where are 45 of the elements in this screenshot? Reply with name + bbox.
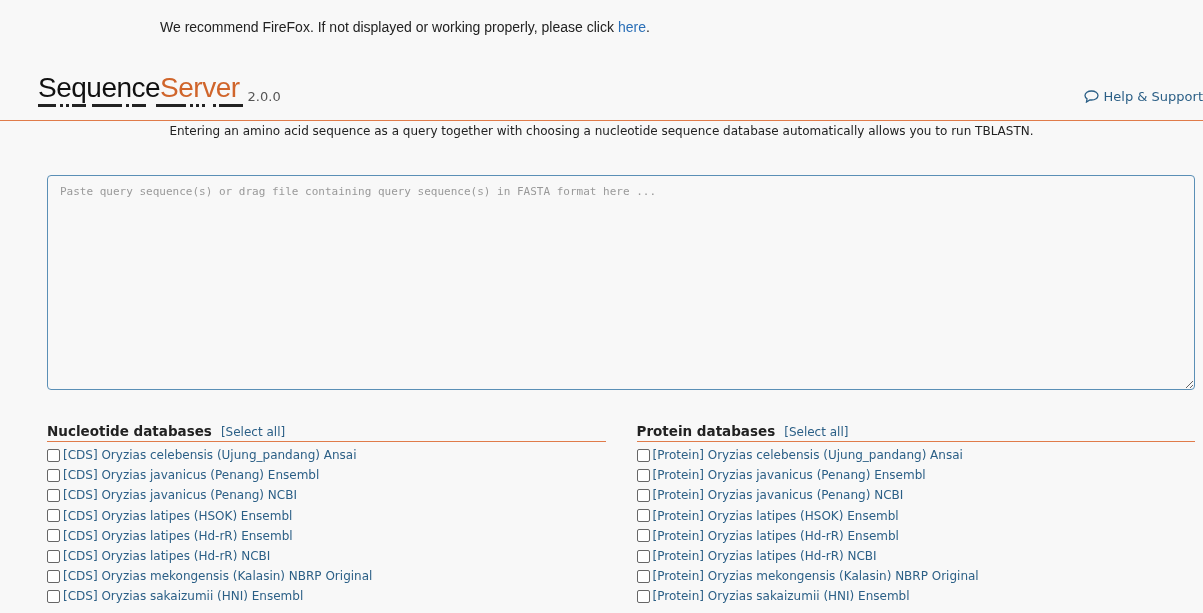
checkbox[interactable]: [636, 509, 650, 523]
database-label[interactable]: [CDS] Oryzias mekongensis (Kalasin) NBRP Original: [63, 569, 373, 584]
database-label[interactable]: [CDS] Oryzias javanicus (Penang) Ensembl: [63, 468, 320, 483]
database-label[interactable]: [CDS] Oryzias celebensis (Ujung_pandang) Ansai: [63, 448, 357, 463]
database-label[interactable]: [CDS] Oryzias sakaizumii (HNI) Ensembl: [63, 589, 304, 604]
select-all-link[interactable]: [Select all]: [220, 425, 286, 439]
database-label[interactable]: [CDS] Oryzias latipes (Hd-rR) NCBI: [63, 549, 271, 564]
notice-period: .: [645, 19, 650, 37]
chat-bubble-icon: [1083, 90, 1099, 103]
checkbox[interactable]: [47, 569, 60, 583]
database-label[interactable]: [Protein] Oryzias javanicus (Penang) Ensembl: [652, 468, 926, 483]
database-label[interactable]: [Protein] Oryzias latipes (Hd-rR) NCBI: [652, 549, 877, 564]
database-label[interactable]: [Protein] Oryzias latipes (HSOK) Ensembl: [652, 508, 899, 523]
select-all-link[interactable]: [Select all]: [784, 425, 849, 439]
section-title: Nucleotide databases: [47, 423, 212, 439]
checkbox[interactable]: [47, 448, 60, 462]
notice-text: We recommend FireFox. If not displayed or working properly, please click: [160, 19, 614, 37]
checkbox[interactable]: [47, 589, 60, 603]
help-link[interactable]: Help & Support: [1083, 89, 1203, 108]
database-label[interactable]: [Protein] Oryzias javanicus (Penang) NCBI: [652, 488, 904, 503]
hint-text: Entering an amino acid sequence as a query together with choosing a nucleotide sequence database automatically allows you to run TBLASTN.: [168, 123, 1035, 140]
checkbox[interactable]: [47, 549, 60, 563]
checkbox[interactable]: [47, 529, 60, 543]
database-label[interactable]: [Protein] Oryzias mekongensis (Kalasin) NBRP Original: [652, 569, 979, 584]
checkbox[interactable]: [636, 488, 650, 502]
checkbox[interactable]: [636, 549, 650, 563]
here-link[interactable]: here: [617, 19, 646, 42]
logo[interactable]: SequenceServer: [38, 74, 240, 108]
version-text: 2.0.0: [247, 89, 281, 106]
checkbox[interactable]: [47, 509, 60, 523]
database-label[interactable]: [CDS] Oryzias javanicus (Penang) NCBI: [63, 488, 297, 503]
database-label[interactable]: [Protein] Oryzias sakaizumii (HNI) Ensembl: [652, 589, 910, 604]
query-field[interactable]: Paste query sequence(s) or drag file containing query sequence(s) in FASTA format here ...: [47, 175, 1195, 390]
checkbox[interactable]: [636, 529, 650, 543]
database-label[interactable]: [CDS] Oryzias latipes (HSOK) Ensembl: [63, 508, 293, 523]
checkbox[interactable]: [47, 488, 60, 502]
checkbox[interactable]: [636, 448, 650, 462]
checkbox[interactable]: [47, 468, 60, 482]
database-label[interactable]: [Protein] Oryzias latipes (Hd-rR) Ensembl: [652, 528, 899, 543]
section-title: Protein databases: [636, 423, 776, 439]
database-label[interactable]: [CDS] Oryzias latipes (Hd-rR) Ensembl: [63, 528, 293, 543]
checkbox[interactable]: [636, 589, 650, 603]
checkbox[interactable]: [636, 468, 650, 482]
checkbox[interactable]: [636, 569, 650, 583]
database-label[interactable]: [Protein] Oryzias celebensis (Ujung_pandang) Ansai: [652, 448, 963, 463]
